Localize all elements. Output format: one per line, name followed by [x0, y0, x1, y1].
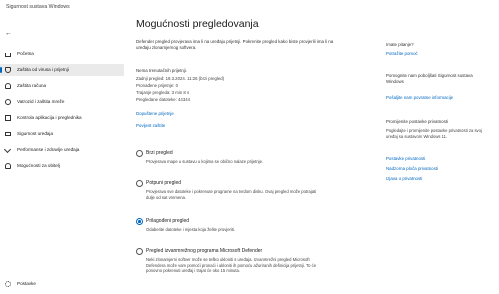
scan-option-description: Provjerava mape u sustavu u kojima se ob…: [146, 159, 264, 164]
scan-option-custom[interactable]: Prilagođeni pregled Odaberite datoteke i…: [136, 218, 366, 240]
app-browser-icon: [5, 115, 11, 121]
sidebar-item-label: Performanse i zdravlje uređaja: [17, 147, 80, 152]
sidebar-item-label: Početna: [17, 51, 34, 56]
radio-button[interactable]: [136, 180, 143, 187]
scan-option-label: Pregled izvanmrežnog programa Microsoft …: [146, 248, 263, 254]
community-heading: Imate pitanje?: [386, 42, 414, 47]
scan-option-label: Brzi pregled: [146, 150, 173, 156]
scan-option-full[interactable]: Potpuni pregled Provjerava sve datoteke …: [136, 180, 366, 210]
scan-option-label: Potpuni pregled: [146, 180, 182, 186]
scan-option-offline[interactable]: Pregled izvanmrežnog programa Microsoft …: [136, 248, 366, 292]
privacy-statement-link[interactable]: Izjava o privatnosti: [386, 176, 422, 181]
sidebar-item-label: Zaštita računa: [17, 83, 47, 88]
radio-button-selected[interactable]: [136, 218, 143, 225]
feedback-link[interactable]: Pošaljite nam povratne informacije: [386, 95, 453, 100]
sidebar-item-label: Mogućnosti za obitelj: [17, 163, 60, 168]
allowed-threats-link[interactable]: Dopuštene prijetnje: [136, 111, 174, 116]
privacy-dashboard-link[interactable]: Nadzorna ploča privatnosti: [386, 166, 438, 171]
sidebar-item-label: Kontrola aplikacija i preglednika: [17, 115, 82, 120]
sidebar-item-settings[interactable]: Postavke: [0, 278, 124, 290]
back-arrow-icon[interactable]: ←: [5, 30, 12, 37]
sidebar-item-firewall[interactable]: Vatrozid i zaštita mreže: [0, 96, 124, 108]
title-bar: Sigurnost sustava Windows: [0, 0, 499, 16]
scan-option-label: Prilagođeni pregled: [146, 218, 190, 224]
sidebar-item-family-options[interactable]: Mogućnosti za obitelj: [0, 160, 124, 172]
scan-option-description: Neki zlonamjerni softver može se teško u…: [146, 257, 317, 274]
scan-option-description: Odaberite datoteke i mjesta koja želite …: [146, 227, 236, 232]
get-help-link[interactable]: Potražite pomoć: [386, 51, 418, 56]
sidebar-item-account-protection[interactable]: Zaštita računa: [0, 80, 124, 92]
threat-status-heading: Nema trenutačnih prijetnji.: [136, 68, 188, 73]
radio-button[interactable]: [136, 150, 143, 157]
page-title: Mogućnosti pregledovanja: [136, 18, 259, 30]
sidebar-item-home[interactable]: Početna: [0, 48, 124, 60]
scan-option-description: Provjerava sve datoteke i pokrenute prog…: [146, 189, 317, 200]
laptop-icon: [5, 132, 11, 136]
sidebar-item-label: Zaštita od virusa i prijetnji: [17, 67, 69, 72]
network-icon: [5, 99, 11, 105]
gear-icon: [5, 281, 11, 287]
sidebar-item-device-security[interactable]: Sigurnost uređaja: [0, 128, 124, 140]
sidebar-item-app-browser-control[interactable]: Kontrola aplikacija i preglednika: [0, 112, 124, 124]
scan-info-line: Pronađene prijetnje: 0: [136, 83, 179, 88]
sidebar: Početna Zaštita od virusa i prijetnji Za…: [0, 44, 124, 294]
privacy-text: Pogledajte i promijenite postavke privat…: [386, 128, 482, 139]
heart-icon: [3, 145, 12, 154]
scan-info-line: Trajanje pregleda: 3 min 8 s: [136, 90, 190, 95]
privacy-heading: Promijenite postavke privatnosti: [386, 119, 448, 124]
home-icon: [5, 53, 11, 57]
sidebar-item-label: Sigurnost uređaja: [17, 131, 54, 136]
radio-button[interactable]: [136, 248, 143, 255]
scan-info-line: Zadnji pregled: 19.3.2024. 11:26 (brzi p…: [136, 76, 225, 81]
intro-text: Defender pregled provjerava ima li na ur…: [136, 39, 334, 50]
window-title: Sigurnost sustava Windows: [6, 4, 70, 10]
scan-info-line: Pregledane datoteke: 44344: [136, 97, 190, 102]
scan-option-quick[interactable]: Brzi pregled Provjerava mape u sustavu u…: [136, 150, 366, 172]
protection-history-link[interactable]: Povijest zaštite: [136, 123, 165, 128]
family-icon: [5, 163, 11, 169]
feedback-heading: Pomognite nam poboljšati Sigurnost susta…: [386, 73, 473, 84]
sidebar-item-virus-protection[interactable]: Zaštita od virusa i prijetnji: [0, 64, 124, 76]
sidebar-item-label: Vatrozid i zaštita mreže: [17, 99, 65, 104]
shield-icon: [5, 67, 11, 73]
sidebar-item-label: Postavke: [17, 281, 36, 286]
sidebar-item-device-health[interactable]: Performanse i zdravlje uređaja: [0, 144, 124, 156]
person-icon: [5, 83, 11, 89]
privacy-settings-link[interactable]: Postavke privatnosti: [386, 156, 425, 161]
